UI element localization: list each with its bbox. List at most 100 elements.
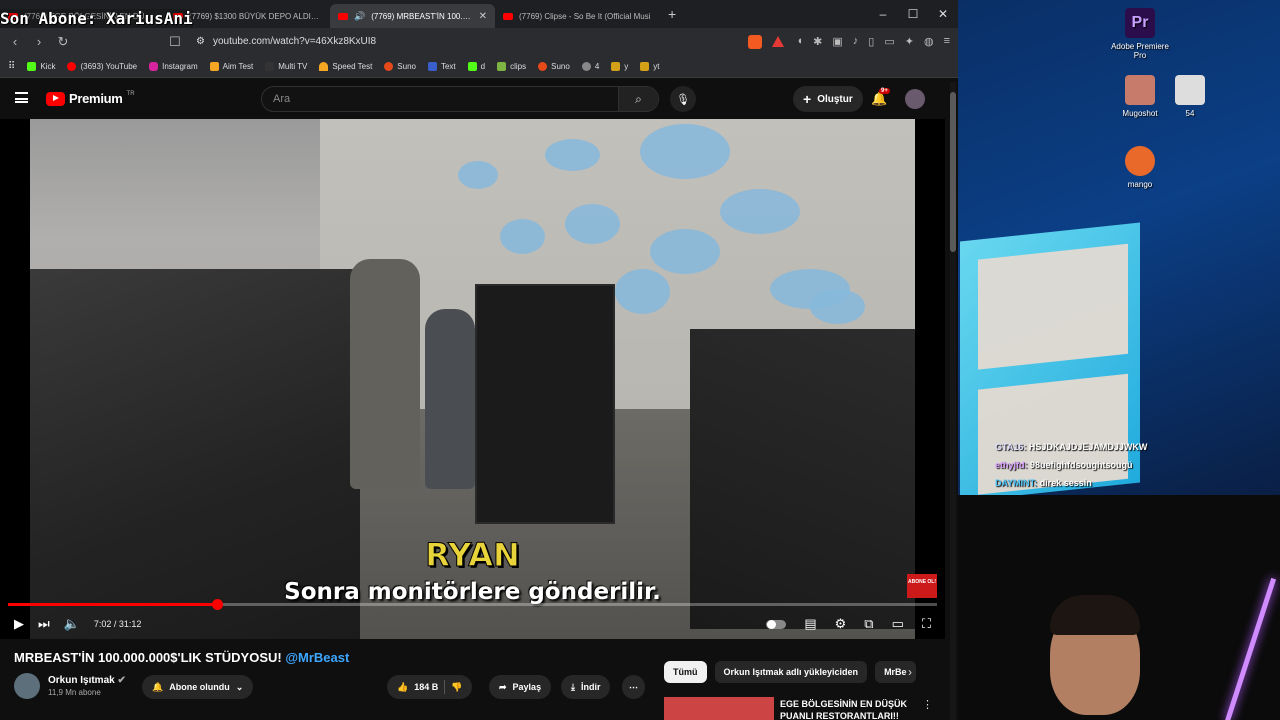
play-icon[interactable]: ▶ [14,616,24,632]
share-button[interactable]: ➦ Paylaş [489,675,552,699]
search-box[interactable]: Ara ⌕ [261,86,659,112]
minimize-icon[interactable]: – [868,0,898,28]
chevron-right-icon[interactable]: › [908,665,912,679]
bookmark-d[interactable]: d [467,61,485,71]
video-player[interactable]: RYAN Sonra monitörlere gönderilir. ABONE… [0,119,945,639]
speaker-icon[interactable]: 🔊 [354,11,365,22]
download-button[interactable]: ⤓ İndir [561,675,611,699]
bookmark-aim-test[interactable]: Aim Test [209,61,253,71]
apps-icon[interactable]: ⠿ [8,61,15,72]
chip-from-uploader[interactable]: Orkun Işıtmak adlı yükleyiciden [714,661,868,683]
bookmark-folder-yt[interactable]: yt [640,61,660,71]
wallet-icon[interactable]: ▭ [884,35,894,48]
next-icon[interactable]: ⏭ [38,616,50,632]
subscribe-badge: ABONE OL! [907,574,937,598]
settings-icon[interactable]: ⚙ [835,616,847,632]
channel-info: Orkun Işıtmak ✔ 11,9 Mn abone [14,673,126,699]
scene-person [425,309,475,489]
vpn-icon[interactable]: ◍ [924,35,934,48]
extensions-icon[interactable]: ✱ [813,35,822,48]
music-icon[interactable]: ♪ [853,35,859,48]
desktop-icon-mango[interactable]: mango [1108,146,1172,189]
miniplayer-icon[interactable]: ⧉ [864,616,873,632]
chip-all[interactable]: Tümü [664,661,707,683]
channel-name[interactable]: Orkun Işıtmak ✔ [48,675,126,686]
recommended-title[interactable]: EGE BÖLGESİNİN EN DÜŞÜK PUANLI RESTORANTL… [780,698,907,720]
close-tab-icon[interactable]: ✕ [479,11,487,22]
bookmark-label: Instagram [162,61,198,71]
clips-icon [497,61,507,71]
site-settings-icon[interactable]: ⚙ [196,36,205,47]
desktop-icon-54[interactable]: 54 [1158,75,1222,118]
tab-4[interactable]: (7769) Clipse - So Be It (Official Musi [495,4,660,28]
progress-fill [8,603,218,606]
fullscreen-icon[interactable]: ⛶ [922,616,931,632]
bookmark-suno[interactable]: Suno [384,61,416,71]
account-avatar[interactable] [905,89,925,109]
menu-icon[interactable]: ≡ [944,35,950,48]
bookmark-youtube[interactable]: (3693) YouTube [67,61,137,71]
tab-label: (7769) Clipse - So Be It (Official Musi [519,11,651,21]
bookmark-kick[interactable]: Kick [27,61,56,71]
recommended-thumbnail[interactable] [664,697,774,720]
bookmark-text[interactable]: Text [427,61,456,71]
search-input[interactable]: Ara [262,93,618,105]
bookmark-icon[interactable]: ☐ [168,34,182,50]
create-button[interactable]: + Oluştur [793,86,863,112]
rewards-icon[interactable] [772,36,784,47]
maximize-icon[interactable]: ☐ [898,0,928,28]
notification-badge: 9+ [879,88,890,94]
progress-bar[interactable] [8,599,937,610]
more-actions-button[interactable]: ⋯ [622,675,645,699]
hamburger-menu-icon[interactable] [15,92,28,103]
scrollbar-thumb[interactable] [950,92,956,252]
back-icon[interactable]: ‹ [8,34,22,49]
cloud-decoration [615,269,670,314]
theater-mode-icon[interactable]: ▭ [892,616,904,632]
desktop-icon-premiere[interactable]: Pr Adobe Premiere Pro [1108,8,1172,60]
cloud-decoration [640,124,730,179]
dislike-button[interactable]: 👎 [451,682,462,693]
new-tab-icon[interactable]: + [668,6,676,22]
progress-scrubber[interactable] [212,599,224,610]
captions-icon[interactable]: ▤ [804,616,816,632]
bookmark-folder-y[interactable]: y [611,61,628,71]
bookmark-speed-test[interactable]: Speed Test [319,61,372,71]
bookmark-4[interactable]: 4 [581,61,599,71]
voice-search-button[interactable]: 🎙 [670,86,696,112]
bookmark-clips[interactable]: clips [497,61,526,71]
like-button[interactable]: 👍 [397,682,408,693]
stream-chat: GTA16: HSJDKAJDJEJAMDJJWKW ethyjfd: 98ue… [995,438,1147,492]
volume-icon[interactable]: 🔈 [64,616,80,632]
bookmark-multi-tv[interactable]: Multi TV [265,61,307,71]
notifications-button[interactable]: 🔔 9+ [871,88,890,107]
tab-3-active[interactable]: 🔊 (7769) MRBEAST'İN 100.000.0 ✕ [330,4,495,28]
youtube-icon [67,61,77,71]
channel-avatar[interactable] [14,673,40,699]
close-window-icon[interactable]: ✕ [928,0,958,28]
subscribed-button[interactable]: 🔔 Abone olundu ⌄ [142,675,254,699]
bookmark-label: Kick [40,61,56,71]
bookmark-suno-2[interactable]: Suno [538,61,570,71]
url-field[interactable]: ⚙ youtube.com/watch?v=46Xkz8KxUI8 [192,30,722,53]
page-scrollbar[interactable] [950,82,956,720]
screenshot-icon[interactable]: ▣ [832,35,842,48]
brave-shield-icon[interactable] [748,34,762,49]
aim-test-icon [209,61,219,71]
sidebar-icon[interactable]: ▯ [868,35,874,48]
forward-icon[interactable]: › [32,34,46,49]
logo-text: Premium [69,91,123,106]
search-icon: ⌕ [635,91,642,106]
leo-icon[interactable]: ✦ [905,35,914,48]
audio-icon[interactable]: ◖ [797,35,804,48]
autoplay-toggle[interactable] [766,619,787,629]
neon-light [1224,577,1277,720]
more-vert-icon[interactable]: ⋮ [922,698,933,711]
chat-user: GTA16: [995,442,1027,452]
title-mention-link[interactable]: @MrBeast [285,650,349,665]
youtube-premium-logo[interactable]: Premium TR [46,91,135,106]
url-text: youtube.com/watch?v=46Xkz8KxUI8 [212,36,377,47]
bookmark-instagram[interactable]: Instagram [149,61,198,71]
search-button[interactable]: ⌕ [618,87,658,111]
reload-icon[interactable]: ↻ [56,34,70,50]
